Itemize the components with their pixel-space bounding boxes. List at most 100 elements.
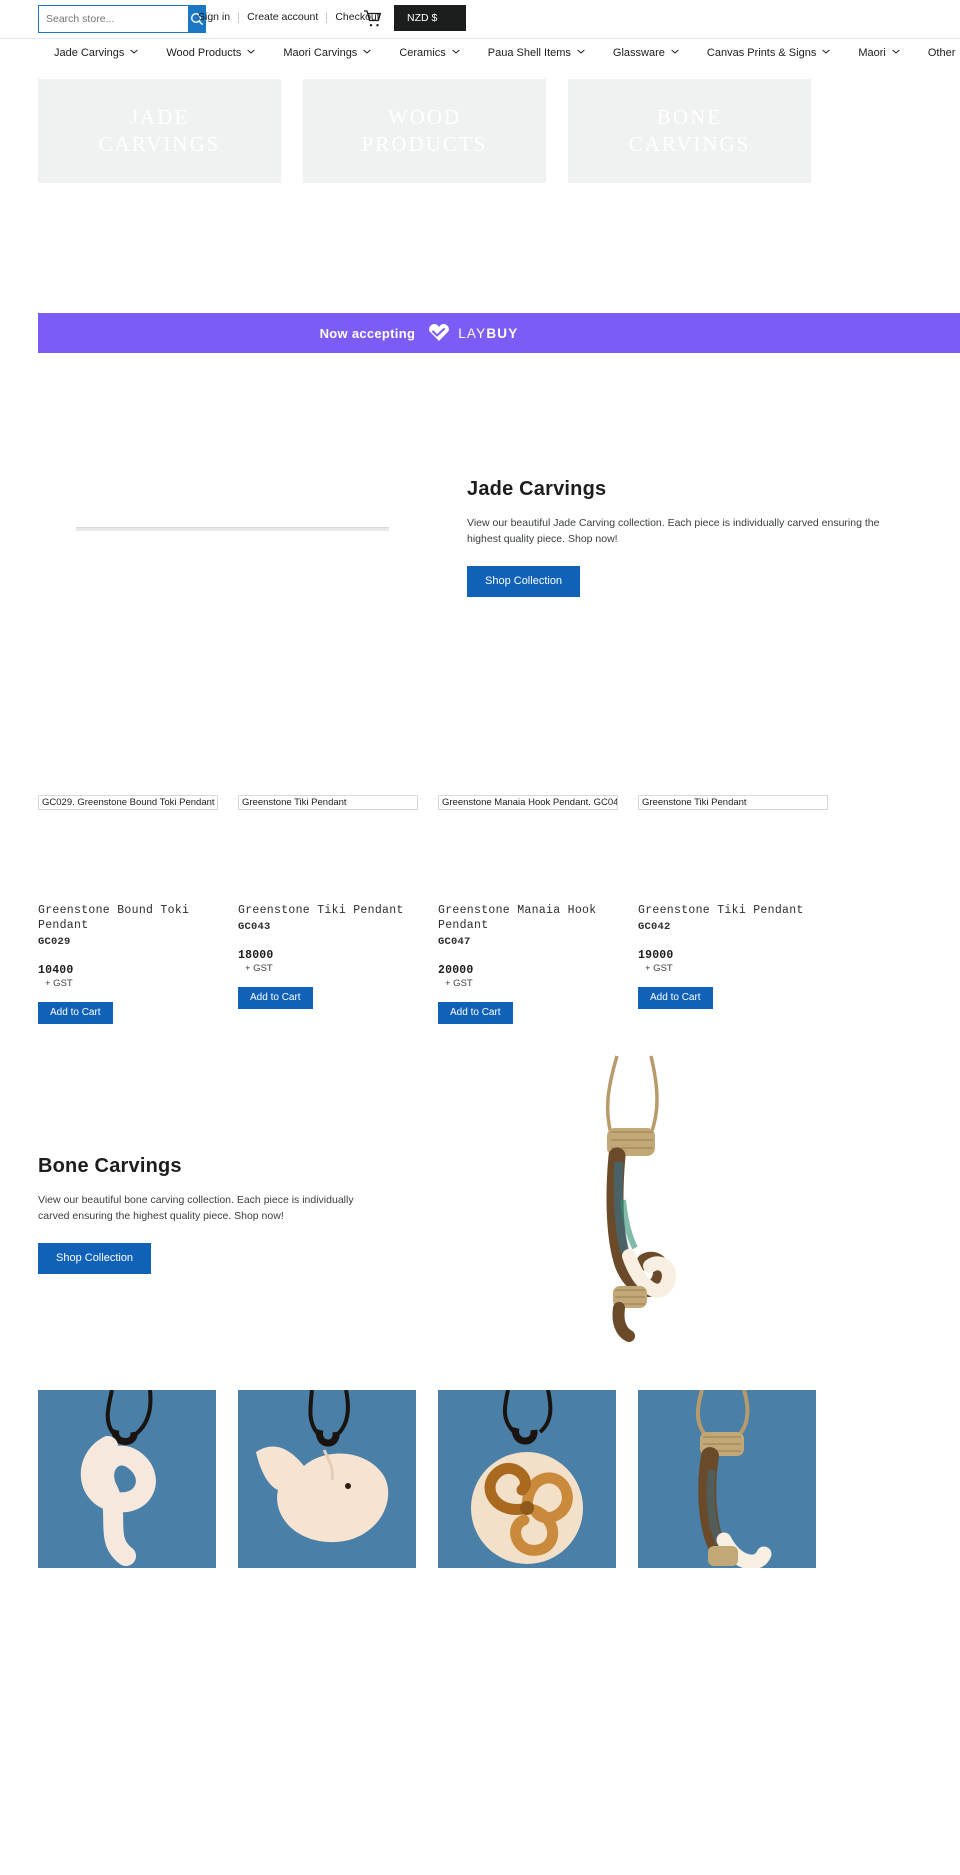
bone-collection-text: Bone Carvings View our beautiful bone ca… xyxy=(38,1155,438,1274)
nav-label: Glassware xyxy=(612,47,665,59)
product-price: 20000 xyxy=(438,963,474,977)
nav-label: Other xyxy=(927,47,956,59)
nav-item-canvas-prints-and-signs[interactable]: Canvas Prints & Signs xyxy=(693,47,844,59)
bone-koru-disc-pendant-photo xyxy=(471,1390,583,1564)
jade-collection-section: Jade Carvings View our beautiful Jade Ca… xyxy=(0,460,960,650)
product-card[interactable]: GC029. Greenstone Bound Toki Pendant Gre… xyxy=(38,795,238,1024)
jade-collection-image xyxy=(76,527,389,531)
bone-product-grid xyxy=(38,1390,816,1568)
nav-item-paua-shell-items[interactable]: Paua Shell Items xyxy=(474,47,599,59)
hero-tile-bone-carvings[interactable]: BONE CARVINGS xyxy=(568,79,811,183)
account-links: Sign in Create account Checkout xyxy=(190,11,388,23)
product-sku: GC029 xyxy=(38,935,71,948)
chevron-down-icon xyxy=(247,49,256,54)
search-input[interactable] xyxy=(39,6,188,32)
nav-item-glassware[interactable]: Glassware xyxy=(599,47,693,59)
product-sku: GC043 xyxy=(238,920,271,933)
hero-tile-label: JADE CARVINGS xyxy=(98,104,221,156)
laybuy-brand-bold: BUY xyxy=(486,325,519,341)
nav-label: Paua Shell Items xyxy=(487,47,571,59)
chevron-down-icon xyxy=(892,49,900,54)
hero-tile-wood-products[interactable]: WOOD PRODUCTS xyxy=(303,79,546,183)
product-name: Greenstone Manaia Hook Pendant xyxy=(438,904,597,932)
bone-shop-collection-button[interactable]: Shop Collection xyxy=(38,1242,152,1274)
add-to-cart-button[interactable]: Add to Cart xyxy=(238,986,313,1009)
laybuy-promo-banner[interactable]: Now accepting LAYBUY xyxy=(38,313,960,353)
chevron-down-icon xyxy=(130,49,139,54)
product-image-alt: Greenstone Tiki Pendant xyxy=(638,795,828,810)
product-tax-note: + GST xyxy=(45,977,73,989)
site-header: Sign in Create account Checkout NZD $ xyxy=(0,0,960,38)
bone-hook-pendant-photo xyxy=(605,1055,676,1342)
add-to-cart-button[interactable]: Add to Cart xyxy=(638,986,713,1009)
chevron-down-icon xyxy=(671,49,679,54)
bone-twist-pendant-photo xyxy=(80,1390,156,1566)
product-tax-note: + GST xyxy=(245,962,273,974)
product-price: 19000 xyxy=(638,948,674,962)
laybuy-logo: LAYBUY xyxy=(427,323,518,343)
chevron-down-icon xyxy=(822,49,831,54)
nav-label: Wood Products xyxy=(166,47,242,59)
shopping-cart-icon xyxy=(364,10,382,27)
chevron-down-icon xyxy=(452,49,460,54)
add-to-cart-button[interactable]: Add to Cart xyxy=(38,1001,113,1024)
nav-item-maori[interactable]: Maori xyxy=(844,47,914,59)
nav-label: Jade Carvings xyxy=(54,47,125,59)
heart-icon xyxy=(429,324,450,341)
product-image-alt: Greenstone Manaia Hook Pendant. GC047 xyxy=(438,795,618,810)
bone-collection-section: Bone Carvings View our beautiful bone ca… xyxy=(0,1055,960,1370)
product-price: 10400 xyxy=(38,963,74,977)
add-to-cart-button[interactable]: Add to Cart xyxy=(438,1001,513,1024)
hero-tile-jade-carvings[interactable]: JADE CARVINGS xyxy=(38,79,281,183)
product-card[interactable]: Greenstone Manaia Hook Pendant. GC047 Gr… xyxy=(438,795,638,1024)
jade-collection-description: View our beautiful Jade Carving collecti… xyxy=(467,517,880,546)
nav-item-maori-carvings[interactable]: Maori Carvings xyxy=(269,47,385,59)
nav-label: Ceramics xyxy=(399,47,446,59)
bone-collection-title: Bone Carvings xyxy=(38,1155,182,1177)
hero-tiles: JADE CARVINGS WOOD PRODUCTS BONE CARVING… xyxy=(0,79,960,183)
main-navigation: Jade Carvings Wood Products Maori Carvin… xyxy=(0,38,960,67)
nav-label: Canvas Prints & Signs xyxy=(706,47,817,59)
jade-shop-collection-button[interactable]: Shop Collection xyxy=(467,565,581,597)
product-price: 18000 xyxy=(238,948,274,962)
jade-collection-text: Jade Carvings View our beautiful Jade Ca… xyxy=(467,478,937,597)
sign-in-link[interactable]: Sign in xyxy=(190,11,238,23)
hero-tile-label: BONE CARVINGS xyxy=(628,104,751,156)
hero-tile-label: WOOD PRODUCTS xyxy=(361,104,488,156)
bone-collection-description: View our beautiful bone carving collecti… xyxy=(38,1194,354,1223)
create-account-link[interactable]: Create account xyxy=(239,11,326,23)
laybuy-brand-light: LAY xyxy=(458,325,487,341)
bone-whale-pendant-photo xyxy=(256,1390,389,1543)
product-card[interactable]: Greenstone Tiki Pendant Greenstone Tiki … xyxy=(638,795,838,1024)
bone-hook-pendant-photo xyxy=(695,1390,772,1568)
product-tax-note: + GST xyxy=(445,977,473,989)
currency-label: NZD $ xyxy=(407,12,438,24)
currency-selector[interactable]: NZD $ xyxy=(394,5,466,31)
chevron-down-icon xyxy=(363,49,372,54)
cart-button[interactable] xyxy=(362,8,384,30)
product-tax-note: + GST xyxy=(645,962,673,974)
search-bar[interactable] xyxy=(38,5,206,33)
bone-product-tile[interactable] xyxy=(438,1390,616,1568)
product-image-alt: Greenstone Tiki Pendant xyxy=(238,795,418,810)
laybuy-text: Now accepting xyxy=(319,325,416,341)
nav-item-wood-products[interactable]: Wood Products xyxy=(152,47,269,59)
product-sku: GC042 xyxy=(638,920,671,933)
nav-label: Maori xyxy=(858,47,886,59)
nav-label: Maori Carvings xyxy=(283,47,358,59)
nav-item-jade-carvings[interactable]: Jade Carvings xyxy=(40,47,152,59)
bone-collection-image xyxy=(555,1050,715,1350)
chevron-down-icon xyxy=(577,49,585,54)
product-card[interactable]: Greenstone Tiki Pendant Greenstone Tiki … xyxy=(238,795,438,1024)
product-name: Greenstone Tiki Pendant xyxy=(638,904,804,917)
jade-collection-title: Jade Carvings xyxy=(467,478,607,500)
product-grid: GC029. Greenstone Bound Toki Pendant Gre… xyxy=(0,795,960,1024)
product-name: Greenstone Bound Toki Pendant xyxy=(38,904,190,932)
bone-product-tile[interactable] xyxy=(238,1390,416,1568)
nav-item-other[interactable]: Other xyxy=(914,47,960,59)
nav-item-ceramics[interactable]: Ceramics xyxy=(385,47,473,59)
product-sku: GC047 xyxy=(438,935,471,948)
bone-product-tile[interactable] xyxy=(38,1390,216,1568)
product-image-alt: GC029. Greenstone Bound Toki Pendant xyxy=(38,795,218,810)
bone-product-tile[interactable] xyxy=(638,1390,816,1568)
